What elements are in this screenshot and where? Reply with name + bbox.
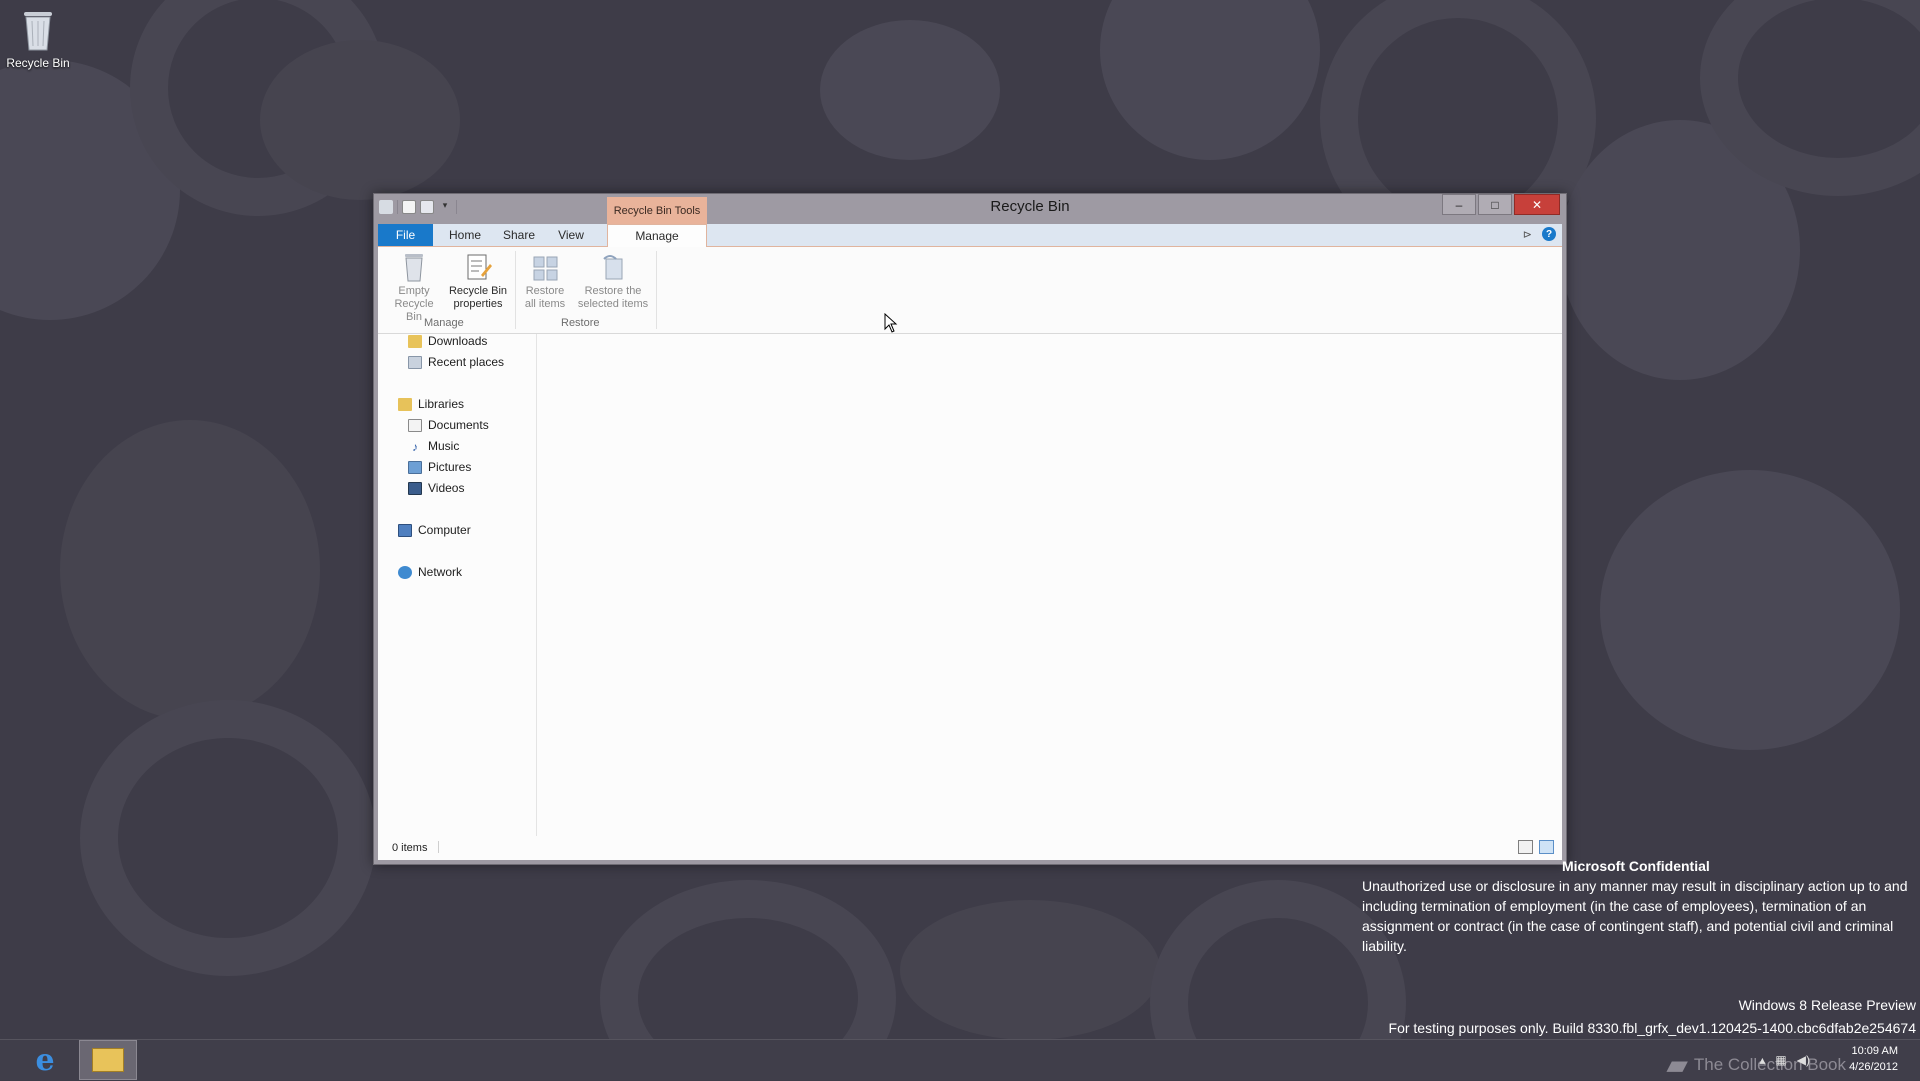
group-separator [656,251,657,329]
recent-places-icon [408,355,422,369]
recycle-bin-properties-button[interactable]: Recycle Bin properties [446,251,510,311]
item-count: 0 items [392,842,428,854]
nav-item-videos[interactable]: Videos [408,481,464,495]
ribbon-panel: Empty Recycle Bin Recycle Bin properties… [378,247,1562,334]
details-view-icon[interactable] [1518,840,1533,854]
empty-label-1: Empty [398,285,430,297]
show-hidden-icons-icon[interactable]: ▴ [1759,1053,1765,1067]
minimize-button[interactable]: – [1442,194,1476,215]
close-button[interactable]: ✕ [1514,194,1560,215]
restore-all-label-2: all items [524,298,566,310]
restore-selected-label-2: selected items [577,298,649,310]
props-label-2: properties [453,298,503,310]
nav-label-libraries: Libraries [418,397,465,411]
maximize-button[interactable]: □ [1478,194,1512,215]
props-label-1: Recycle Bin [448,285,508,297]
nav-item-network[interactable]: Network [398,565,462,579]
restore-all-icon [530,251,560,283]
recycle-bin-icon [18,6,58,52]
restore-selected-icon [598,251,628,283]
documents-icon [408,418,422,432]
nav-item-libraries[interactable]: Libraries [398,397,464,411]
nav-label-documents: Documents [428,418,489,432]
downloads-icon [408,334,422,348]
edition-text: Windows 8 Release Preview [1738,997,1916,1013]
nav-label-network: Network [418,565,463,579]
nav-item-documents[interactable]: Documents [408,418,489,432]
nav-label-pictures: Pictures [428,460,472,474]
properties-icon [463,251,493,283]
group-separator [515,251,516,329]
mouse-cursor [884,312,898,338]
nav-label-downloads: Downloads [428,334,488,348]
music-icon: ♪ [412,439,418,454]
restore-all-label-1: Restore [525,285,565,297]
expand-ribbon-icon[interactable]: ⊳ [1523,228,1532,241]
computer-icon [398,523,412,537]
clock[interactable]: 10:09 AM 4/26/2012 [1849,1043,1898,1075]
recycle-bin-label: Recycle Bin [6,56,70,70]
file-list-pane[interactable] [537,334,1562,836]
tab-manage[interactable]: Manage [607,224,707,247]
restore-selected-items-button[interactable]: Restore the selected items [574,251,652,311]
volume-icon[interactable]: ◀) [1797,1053,1810,1067]
nav-item-computer[interactable]: Computer [398,523,471,537]
nav-item-downloads[interactable]: Downloads [408,334,487,348]
tab-file[interactable]: File [378,224,433,246]
explorer-content: Downloads Recent places Libraries Docume… [378,334,1562,860]
book-icon: ▰ [1666,1049,1688,1080]
videos-icon [408,481,422,495]
window-title: Recycle Bin [990,198,1070,215]
nav-label-videos: Videos [428,481,465,495]
file-explorer-icon [92,1048,124,1072]
tab-view[interactable]: View [546,224,596,246]
network-tray-icon[interactable]: ▦ [1775,1053,1786,1067]
group-label-manage: Manage [424,317,464,329]
nav-item-music[interactable]: ♪ Music [408,439,460,454]
empty-recycle-bin-icon [399,251,429,283]
taskbar: e ▰ The Collection Book ▴ ▦ ◀) 10:09 AM … [0,1039,1920,1080]
empty-recycle-bin-button[interactable]: Empty Recycle Bin [386,251,442,324]
nav-label-music: Music [428,439,460,453]
navigation-pane: Downloads Recent places Libraries Docume… [378,334,537,836]
nav-label-recent: Recent places [428,355,505,369]
notification-area: ▴ ▦ ◀) [1759,1053,1810,1067]
restore-all-items-button[interactable]: Restore all items [518,251,572,311]
ribbon-tabs: File Home Share View Manage ⊳ ? [378,224,1562,247]
nav-item-pictures[interactable]: Pictures [408,460,471,474]
restore-selected-label-1: Restore the [584,285,642,297]
group-label-restore: Restore [561,317,600,329]
nav-label-computer: Computer [418,523,471,537]
internet-explorer-icon: e [35,1042,55,1078]
clock-time: 10:09 AM [1851,1045,1898,1057]
help-icon[interactable]: ? [1542,227,1556,241]
file-explorer-button[interactable] [79,1040,137,1080]
internet-explorer-button[interactable]: e [16,1040,74,1080]
nav-item-recent-places[interactable]: Recent places [408,355,504,369]
build-text: For testing purposes only. Build 8330.fb… [1388,1020,1916,1036]
network-icon [398,565,412,579]
explorer-window: ▾ Recycle Bin Tools Recycle Bin – □ ✕ Fi… [373,193,1567,865]
title-bar[interactable]: ▾ Recycle Bin Tools Recycle Bin – □ ✕ [374,194,1566,224]
confidential-heading: Microsoft Confidential [1562,858,1710,874]
status-separator [438,841,439,853]
status-bar: 0 items [378,836,1562,860]
libraries-icon [398,397,412,411]
tab-share[interactable]: Share [494,224,544,246]
pictures-icon [408,460,422,474]
build-info: Windows 8 Release Preview For testing pu… [1316,994,1916,1040]
large-icons-view-icon[interactable] [1539,840,1554,854]
desktop-recycle-bin[interactable]: Recycle Bin [6,6,70,70]
tab-home[interactable]: Home [440,224,490,246]
watermark-logo: ▰ The Collection Book [1666,1048,1846,1081]
confidential-body: Unauthorized use or disclosure in any ma… [1362,878,1908,954]
clock-date: 4/26/2012 [1849,1061,1898,1073]
